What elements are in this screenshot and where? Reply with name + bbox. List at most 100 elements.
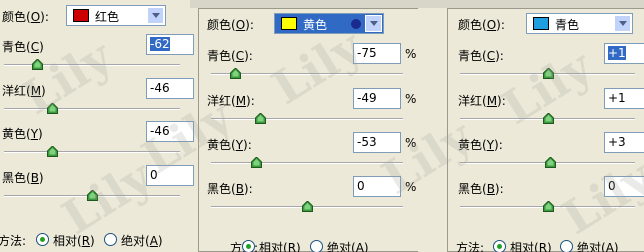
black-slider-thumb[interactable] [542, 201, 554, 212]
cyan-label-text: 青色( [458, 49, 487, 63]
cyan-label-text: 青色( [207, 49, 236, 63]
yellow-label-key: Y [486, 138, 495, 152]
color-select[interactable]: 黄色 [274, 13, 384, 34]
relative-label[interactable]: 相对(R) [510, 239, 552, 252]
magenta-label-key: M [235, 94, 247, 108]
yellow-input[interactable]: -46 [146, 121, 194, 142]
black-label-close: ) [38, 171, 44, 185]
magenta-value: -49 [357, 91, 377, 105]
magenta-percent: % [405, 92, 416, 106]
yellow-label-key: Y [30, 127, 39, 141]
black-slider[interactable] [4, 190, 180, 201]
selective-color-panel-3: 颜色(O): 青色 青色(C): +1 洋红(M): +1 黄色(Y): +3 黑色(B): 0 方… [447, 8, 644, 252]
black-input[interactable]: 0 [353, 176, 401, 197]
relative-radio[interactable] [242, 240, 255, 252]
method-label-text: 方法: [456, 241, 485, 252]
cyan-slider-thumb[interactable] [230, 68, 241, 79]
magenta-slider-thumb[interactable] [254, 113, 266, 124]
cyan-input[interactable]: -62 [146, 34, 194, 55]
cyan-label: 青色(C): [207, 47, 253, 64]
cyan-label-close: ): [495, 49, 504, 63]
color-label-key: O [235, 18, 246, 32]
black-slider-thumb[interactable] [87, 190, 98, 201]
cyan-value: -75 [357, 46, 377, 60]
cyan-input[interactable]: +1 [604, 43, 644, 64]
absolute-label[interactable]: 绝对(A) [327, 239, 369, 252]
color-label: 颜色(O): [458, 16, 505, 33]
color-select[interactable]: 红色 [66, 5, 166, 26]
relative-radio[interactable] [36, 233, 49, 246]
method-label: 方法: [456, 239, 484, 252]
yellow-input[interactable]: +3 [604, 132, 644, 153]
cyan-label-key: C [486, 49, 496, 63]
relative-label[interactable]: 相对(R) [53, 232, 95, 249]
color-label-close: ): [245, 18, 254, 32]
absolute-close: ) [613, 241, 619, 252]
cyan-label: 青色(C): [458, 47, 504, 64]
yellow-slider-thumb[interactable] [251, 157, 263, 168]
magenta-slider[interactable] [211, 113, 403, 124]
background-strip [190, 0, 644, 8]
cyan-input[interactable]: -75 [353, 43, 401, 64]
color-select[interactable]: 青色 [526, 13, 633, 34]
cyan-slider-thumb[interactable] [32, 59, 44, 70]
yellow-slider[interactable] [4, 146, 180, 157]
yellow-input[interactable]: -53 [353, 132, 401, 153]
color-swatch [281, 17, 297, 30]
yellow-value: -53 [357, 135, 377, 149]
black-slider-thumb[interactable] [302, 201, 313, 212]
yellow-slider[interactable] [211, 157, 403, 168]
magenta-label-text: 洋红( [207, 94, 236, 108]
yellow-label-close: ): [243, 138, 252, 152]
yellow-slider-thumb[interactable] [46, 146, 58, 157]
black-slider[interactable] [460, 201, 635, 212]
focus-dot [351, 19, 361, 29]
absolute-radio[interactable] [104, 233, 117, 246]
black-input[interactable]: 0 [146, 165, 194, 186]
absolute-radio[interactable] [560, 240, 573, 252]
magenta-input[interactable]: -46 [146, 78, 194, 99]
absolute-text: 绝对( [577, 241, 606, 252]
relative-text: 相对( [259, 241, 288, 252]
cyan-slider[interactable] [211, 68, 403, 79]
relative-close: ) [547, 241, 552, 252]
cyan-slider-thumb[interactable] [543, 68, 555, 79]
relative-close: ) [90, 234, 95, 248]
absolute-close: ) [157, 234, 163, 248]
absolute-label[interactable]: 绝对(A) [577, 239, 619, 252]
chevron-down-icon[interactable] [147, 7, 164, 24]
magenta-label-text: 洋红( [458, 94, 487, 108]
magenta-label-text: 洋红( [2, 84, 31, 98]
magenta-slider-thumb[interactable] [46, 103, 58, 114]
magenta-input[interactable]: -49 [353, 88, 401, 109]
yellow-label: 黄色(Y): [207, 136, 252, 153]
black-label: 黑色(B) [2, 169, 44, 186]
absolute-radio[interactable] [310, 240, 323, 252]
chevron-down-icon[interactable] [365, 15, 382, 32]
yellow-slider-thumb[interactable] [545, 157, 557, 168]
magenta-label: 洋红(M): [458, 92, 506, 109]
relative-radio[interactable] [493, 240, 506, 252]
yellow-slider[interactable] [460, 157, 635, 168]
magenta-slider[interactable] [460, 113, 635, 124]
black-label-key: B [235, 182, 244, 196]
magenta-slider[interactable] [4, 103, 180, 114]
absolute-label[interactable]: 绝对(A) [121, 232, 163, 249]
black-slider[interactable] [211, 201, 403, 212]
black-input[interactable]: 0 [604, 176, 644, 197]
magenta-label-close: ): [246, 94, 255, 108]
magenta-value: +1 [608, 91, 626, 105]
magenta-slider-thumb[interactable] [543, 113, 555, 124]
cyan-slider[interactable] [4, 59, 180, 70]
yellow-label-text: 黄色( [458, 138, 487, 152]
chevron-down-icon[interactable] [614, 15, 631, 32]
relative-label[interactable]: 相对(R) [259, 239, 301, 252]
cyan-slider[interactable] [460, 68, 635, 79]
yellow-value: -46 [150, 124, 170, 138]
black-percent-text: % [405, 180, 417, 194]
color-select-value: 青色 [555, 18, 580, 32]
absolute-key: A [149, 234, 158, 248]
magenta-input[interactable]: +1 [604, 88, 644, 109]
magenta-label-key: M [30, 84, 42, 98]
color-swatch [533, 17, 549, 30]
